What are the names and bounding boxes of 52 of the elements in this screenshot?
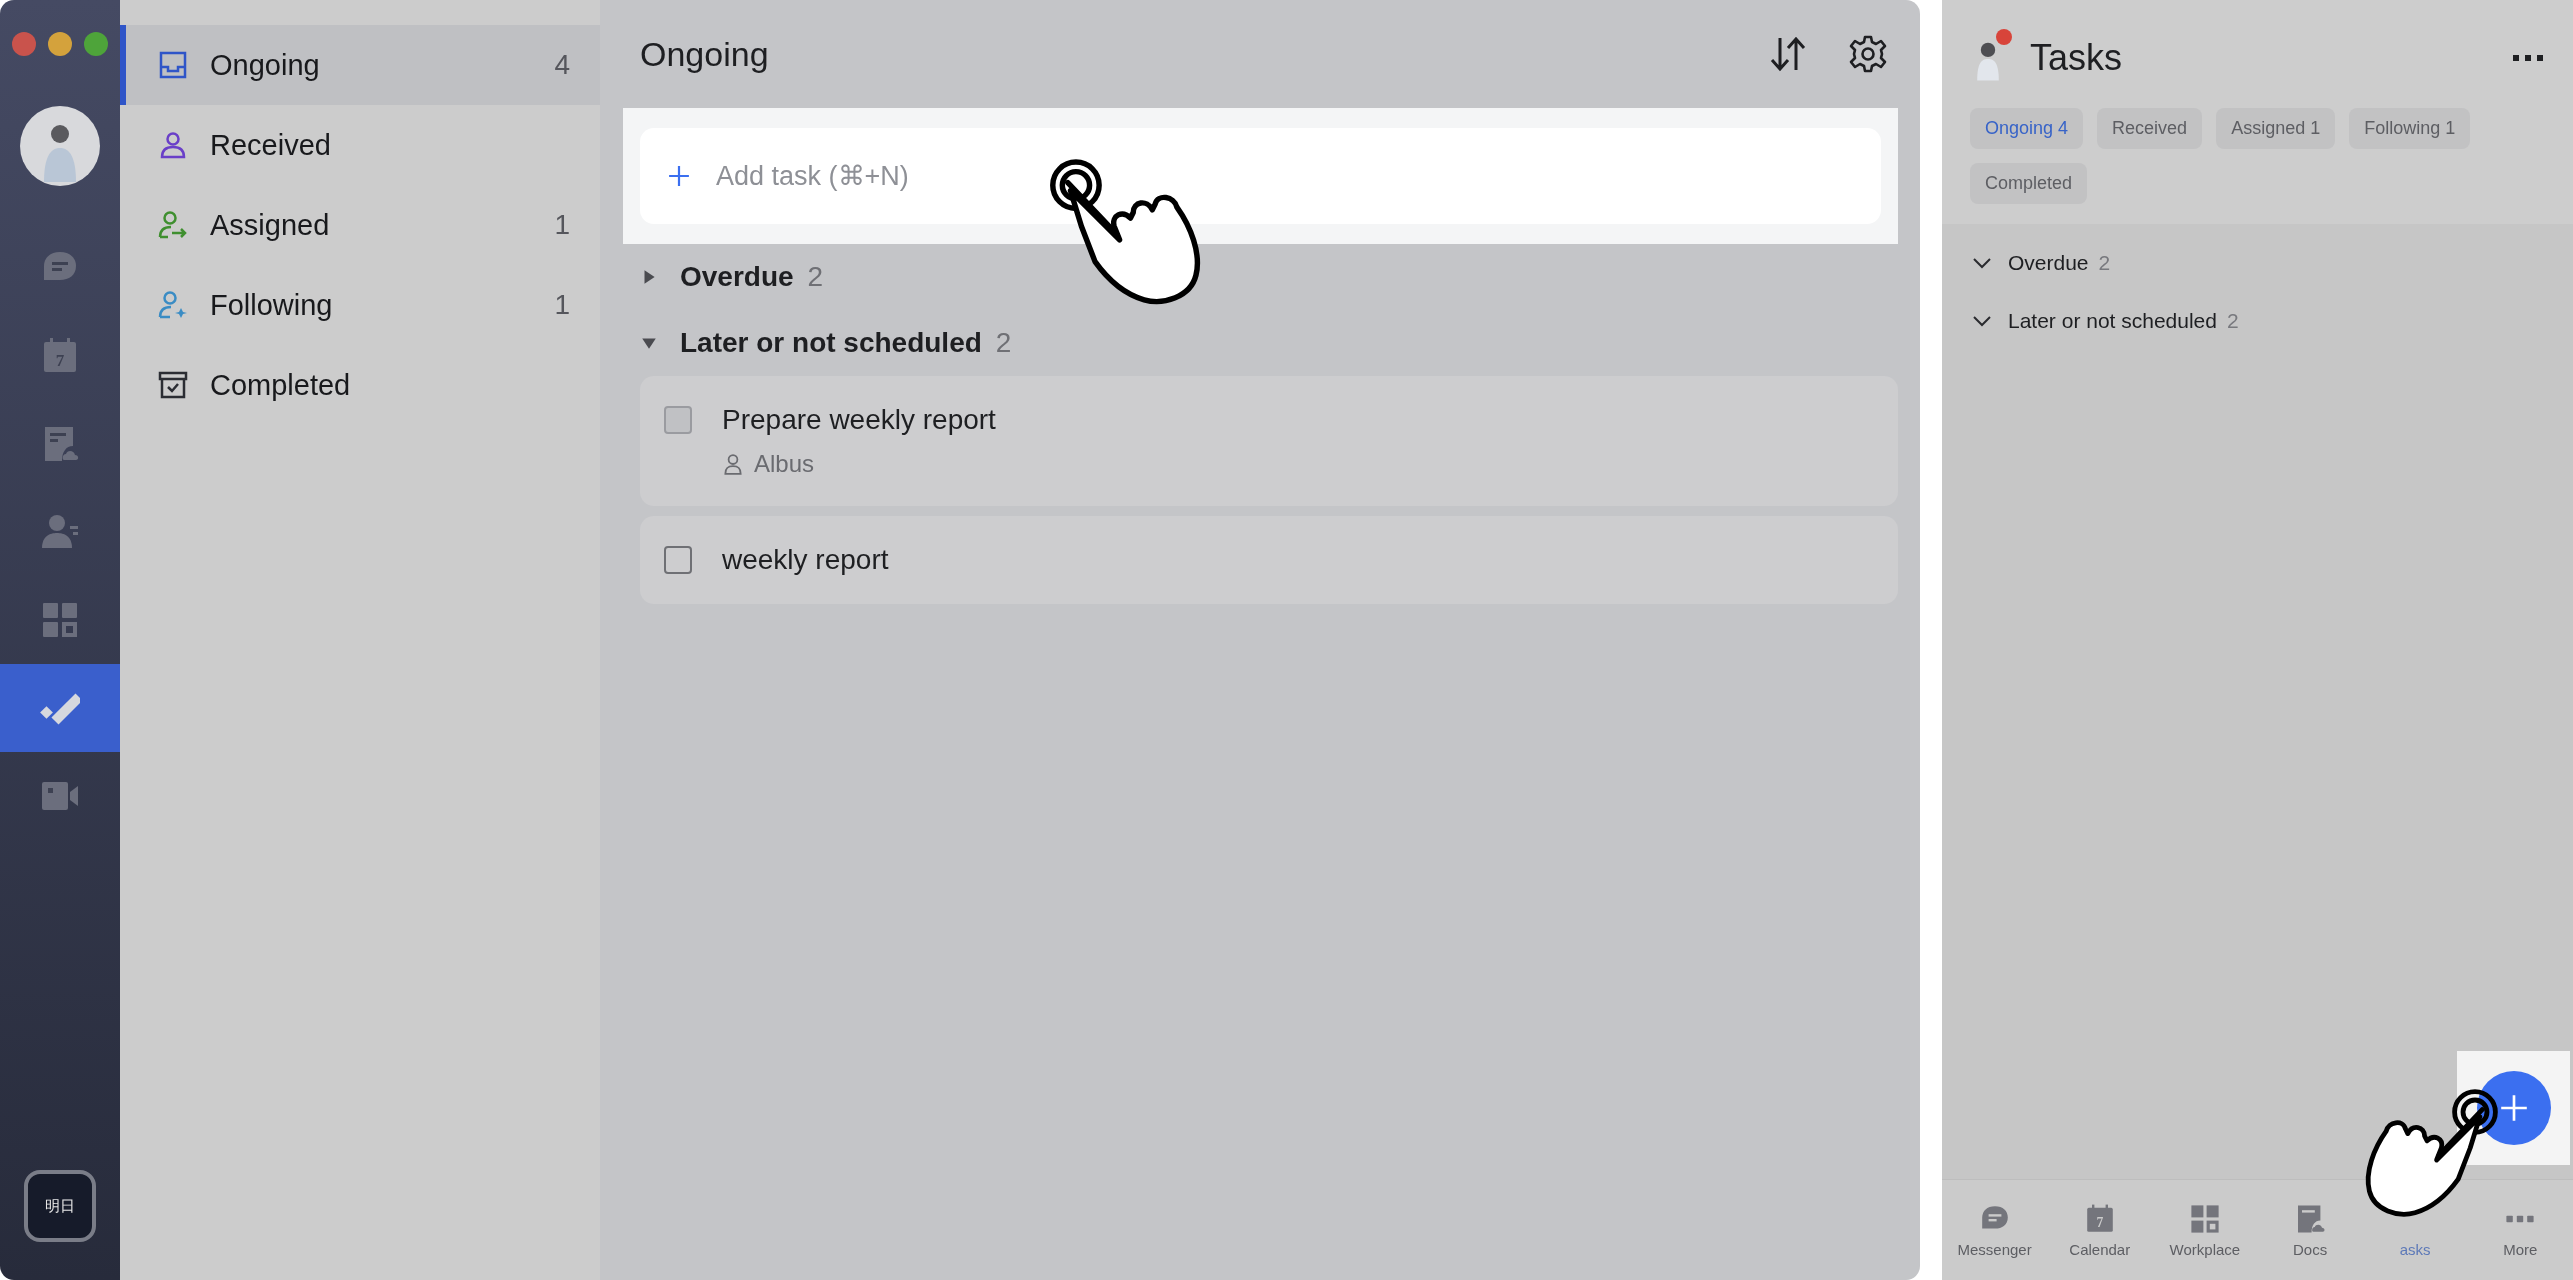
- nav-item[interactable]: Received: [120, 105, 600, 185]
- group-title[interactable]: Overdue: [2008, 251, 2089, 275]
- app-badge[interactable]: 明日: [24, 1170, 96, 1242]
- group-title[interactable]: Later or not scheduled: [2008, 309, 2217, 333]
- avatar[interactable]: [20, 106, 100, 186]
- filter-chip[interactable]: Received: [2097, 108, 2203, 149]
- add-task-field[interactable]: Add task (⌘+N): [640, 128, 1881, 224]
- tab[interactable]: More: [2470, 1202, 2571, 1258]
- close-button[interactable]: [12, 32, 36, 56]
- task-card[interactable]: weekly report: [640, 516, 1898, 604]
- zoom-button[interactable]: [84, 32, 108, 56]
- group-title[interactable]: Later or not scheduled: [680, 327, 982, 359]
- person-arrow-icon: [158, 210, 188, 240]
- task-card[interactable]: Prepare weekly report Albus: [640, 376, 1898, 506]
- person-icon: [158, 130, 188, 160]
- plus-icon: [668, 165, 690, 187]
- archive-icon: [158, 370, 188, 400]
- nav-item[interactable]: Completed: [120, 345, 600, 425]
- person-icon: [722, 453, 744, 475]
- sort-icon[interactable]: [1768, 34, 1808, 74]
- tab[interactable]: 7 Calendar: [2049, 1202, 2150, 1258]
- task-title: weekly report: [722, 544, 889, 576]
- filter-chip[interactable]: Following 1: [2349, 108, 2471, 149]
- tab[interactable]: Docs: [2260, 1202, 2361, 1258]
- nav-item[interactable]: Following 1: [120, 265, 600, 345]
- checkbox[interactable]: [664, 406, 692, 434]
- task-title: Prepare weekly report: [722, 404, 996, 436]
- group-count: 2: [2227, 309, 2239, 333]
- page-title: Ongoing: [640, 34, 770, 74]
- chevron-icon[interactable]: [1972, 257, 1992, 269]
- group-count: 2: [807, 261, 824, 293]
- group-title[interactable]: Overdue: [680, 261, 794, 293]
- chevron-icon[interactable]: [1972, 315, 1992, 327]
- grid-icon[interactable]: [40, 600, 80, 640]
- filter-chip[interactable]: Completed: [1970, 163, 2088, 204]
- filter-chip[interactable]: Assigned 1: [2216, 108, 2336, 149]
- minimize-button[interactable]: [48, 32, 72, 56]
- tab[interactable]: Workplace: [2154, 1202, 2255, 1258]
- tab[interactable]: Messenger: [1944, 1202, 2045, 1258]
- settings-icon[interactable]: [1848, 34, 1888, 74]
- more-icon[interactable]: [2513, 54, 2543, 62]
- group-count: 2: [2098, 251, 2111, 275]
- app-title: Tasks: [2030, 37, 2124, 79]
- inbox-icon: [158, 50, 188, 80]
- checkbox[interactable]: [664, 546, 692, 574]
- group-count: 2: [995, 327, 1012, 359]
- more-icon: [2504, 1214, 2537, 1223]
- grid-icon: [2188, 1202, 2221, 1235]
- person-plus-icon: [158, 290, 188, 320]
- nav-item[interactable]: Ongoing 4: [120, 25, 600, 105]
- assignee-name: Albus: [754, 450, 815, 478]
- nav-item[interactable]: Assigned 1: [120, 185, 600, 265]
